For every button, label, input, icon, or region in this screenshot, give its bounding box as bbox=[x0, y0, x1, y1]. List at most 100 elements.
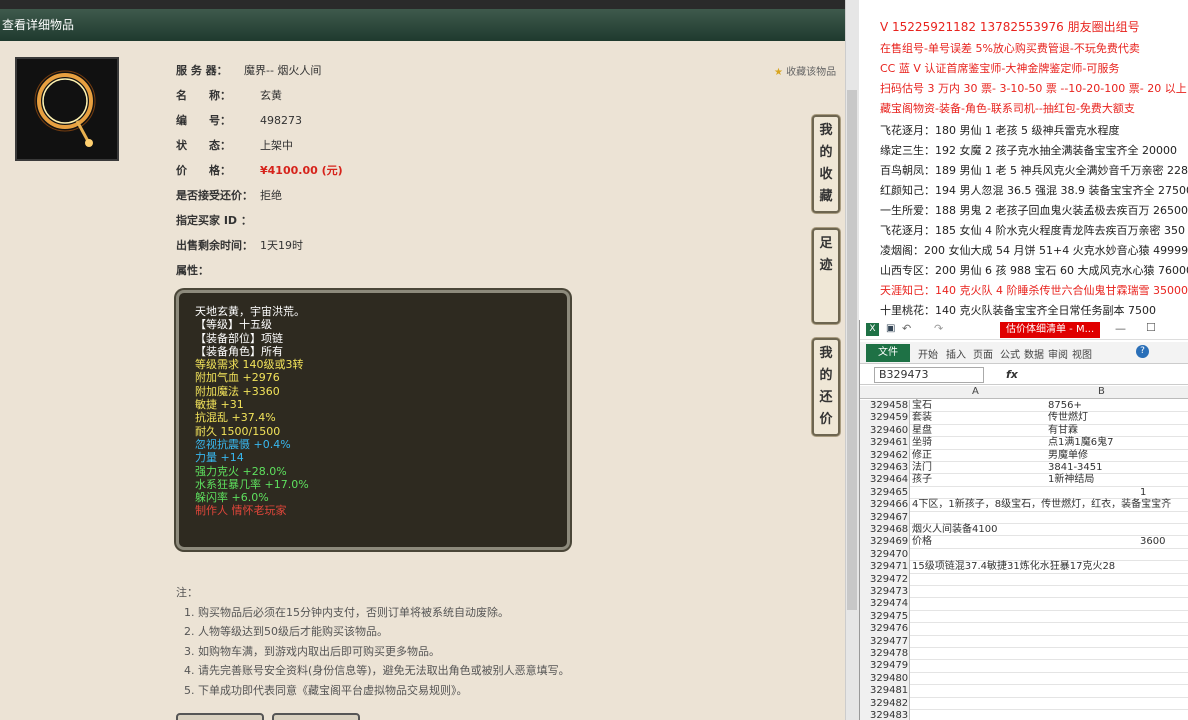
sheet-row: 329469 价格 3600 bbox=[860, 536, 1188, 549]
ad-text-line: 藏宝阁物资-装备-角色-联系司机--抽红包-免费大额支 bbox=[880, 102, 1135, 115]
column-header-b[interactable]: B bbox=[1098, 386, 1105, 397]
ad-text-line: 一生所爱：188 男鬼 2 老孩子回血鬼火装孟极去疾百万 26500 bbox=[880, 204, 1188, 217]
row-number[interactable]: 329463 bbox=[860, 462, 910, 475]
buy-button[interactable] bbox=[176, 713, 264, 720]
cell-a[interactable]: 烟火人间装备4100 bbox=[912, 524, 997, 536]
row-number[interactable]: 329469 bbox=[860, 536, 910, 549]
sheet-row: 329477 bbox=[860, 635, 1188, 648]
cell-b[interactable]: 1新神结局 bbox=[1048, 474, 1094, 486]
ad-text-line: CC 蓝 V 认证首席鉴宝师-大神金牌鉴定师-可服务 bbox=[880, 62, 1120, 75]
ribbon-tab[interactable]: 视图 bbox=[1072, 346, 1092, 361]
row-number[interactable]: 329470 bbox=[860, 548, 910, 562]
cell-b[interactable]: 3600 bbox=[1140, 536, 1165, 548]
excel-window-title: 估价体细清单 - M... bbox=[1000, 322, 1101, 338]
fx-icon[interactable]: fx bbox=[1006, 368, 1018, 381]
cell-b[interactable]: 男魔单修 bbox=[1048, 450, 1088, 462]
ad-text-line: 天涯知己：140 克火队 4 阶睡杀传世六合仙鬼甘霖瑞雪 35000 bbox=[880, 284, 1188, 297]
minimize-icon[interactable]: — bbox=[1115, 322, 1126, 335]
ribbon-tab[interactable]: 公式 bbox=[1000, 346, 1020, 361]
sheet-row: 329472 bbox=[860, 573, 1188, 586]
cell-b[interactable]: 8756+ bbox=[1048, 400, 1082, 412]
item-detail-panel: 查看详细物品 服 务 器： 魔界-- 烟火人间 名 称： 玄黄 编 号： 498273… bbox=[0, 0, 845, 720]
row-number[interactable]: 329461 bbox=[860, 437, 910, 450]
tab-footprints[interactable]: 足迹 bbox=[812, 228, 840, 324]
save-icon[interactable]: ▣ bbox=[886, 323, 895, 334]
favorite-link[interactable]: ★ 收藏该物品 bbox=[774, 63, 836, 78]
cell-a[interactable]: 星盘 bbox=[912, 425, 932, 437]
cell-b[interactable]: 点1满1魔6鬼7 bbox=[1048, 437, 1113, 449]
row-number[interactable]: 329473 bbox=[860, 586, 910, 599]
field-status: 状 态： 上架中 bbox=[176, 139, 293, 152]
sheet-row: 329461 坐骑 点1满1魔6鬼7 bbox=[860, 437, 1188, 450]
row-number[interactable]: 329483 bbox=[860, 710, 910, 720]
note-item: 3. 如购物车满，到游戏内取出后即可购买更多物品。 bbox=[184, 644, 440, 658]
cell-a[interactable]: 坐骑 bbox=[912, 437, 932, 449]
row-number[interactable]: 329465 bbox=[860, 486, 910, 500]
cell-b[interactable]: 有甘霖 bbox=[1048, 425, 1078, 437]
row-number[interactable]: 329480 bbox=[860, 672, 910, 686]
ribbon-tab[interactable]: 审阅 bbox=[1048, 346, 1068, 361]
cell-a[interactable]: 孩子 bbox=[912, 474, 932, 486]
row-number[interactable]: 329479 bbox=[860, 660, 910, 673]
row-number[interactable]: 329466 bbox=[860, 499, 910, 512]
tab-my-bargains[interactable]: 我的还价 bbox=[812, 338, 840, 436]
ad-text-line: V 15225921182 13782553976 朋友圈出组号 bbox=[880, 20, 1140, 34]
cell-a[interactable]: 套装 bbox=[912, 412, 932, 424]
cell-a[interactable]: 修正 bbox=[912, 450, 932, 462]
sheet-row: 329483 bbox=[860, 710, 1188, 720]
sheet-row: 329476 bbox=[860, 623, 1188, 636]
sheet-row: 329475 bbox=[860, 610, 1188, 624]
redo-icon[interactable]: ↷ bbox=[934, 322, 943, 335]
maximize-icon[interactable]: ☐ bbox=[1146, 321, 1156, 334]
necklace-item-image bbox=[15, 57, 119, 161]
cart-button[interactable] bbox=[272, 713, 360, 720]
cell-b[interactable]: 3841-3451 bbox=[1048, 462, 1103, 474]
row-number[interactable]: 329462 bbox=[860, 449, 910, 462]
cell-b[interactable]: 传世燃灯 bbox=[1048, 412, 1088, 424]
column-header-a[interactable]: A bbox=[972, 386, 979, 397]
undo-icon[interactable]: ↶ bbox=[902, 322, 911, 335]
row-number[interactable]: 329474 bbox=[860, 598, 910, 611]
ribbon-tab[interactable]: 页面 bbox=[973, 346, 993, 361]
ribbon-tab[interactable]: 开始 bbox=[918, 346, 938, 361]
field-bargain: 是否接受还价： 拒绝 bbox=[176, 189, 282, 202]
help-icon[interactable]: ? bbox=[1136, 345, 1149, 358]
cell-a[interactable]: 价格 bbox=[912, 536, 932, 548]
row-number[interactable]: 329458 bbox=[860, 400, 910, 413]
attribute-line: 天地玄黄，宇宙洪荒。 bbox=[195, 305, 305, 318]
ad-text-line: 百鸟朝凤：189 男仙 1 老 5 神兵风克火全满妙音千万亲密 228 bbox=[880, 164, 1188, 177]
row-number[interactable]: 329475 bbox=[860, 610, 910, 624]
row-number[interactable]: 329481 bbox=[860, 685, 910, 698]
file-tab[interactable]: 文件 bbox=[866, 344, 910, 362]
row-number[interactable]: 329476 bbox=[860, 623, 910, 636]
row-number[interactable]: 329472 bbox=[860, 573, 910, 586]
page-scroll-thumb[interactable] bbox=[847, 90, 857, 610]
row-number[interactable]: 329478 bbox=[860, 648, 910, 661]
cell-a[interactable]: 4下区，1新孩子，8级宝石，传世燃灯，红衣，装备宝宝齐 bbox=[912, 499, 1171, 511]
name-box[interactable]: B329473 bbox=[874, 367, 984, 383]
cell-b[interactable]: 1 bbox=[1140, 487, 1146, 499]
row-number[interactable]: 329464 bbox=[860, 474, 910, 487]
row-number[interactable]: 329460 bbox=[860, 424, 910, 438]
sheet-row: 329465 1 bbox=[860, 486, 1188, 500]
field-buyer-id: 指定买家 ID ： bbox=[176, 214, 252, 227]
cell-a[interactable]: 宝石 bbox=[912, 400, 932, 412]
sheet-row: 329467 bbox=[860, 511, 1188, 524]
sheet-row: 329460 星盘 有甘霖 bbox=[860, 424, 1188, 438]
row-number[interactable]: 329468 bbox=[860, 524, 910, 537]
cell-a[interactable]: 法门 bbox=[912, 462, 932, 474]
ribbon-tab[interactable]: 数据 bbox=[1024, 346, 1044, 361]
tab-my-favorites[interactable]: 我的收藏 bbox=[812, 115, 840, 213]
row-number[interactable]: 329467 bbox=[860, 511, 910, 524]
excel-ribbon: 文件 开始 插入 页面 公式 数据 审阅 视图 ? bbox=[860, 342, 1188, 364]
row-number[interactable]: 329471 bbox=[860, 561, 910, 574]
row-number[interactable]: 329477 bbox=[860, 635, 910, 648]
field-time-left: 出售剩余时间： 1天19时 bbox=[176, 239, 303, 252]
row-number[interactable]: 329482 bbox=[860, 697, 910, 710]
ad-text-line: 飞花逐月：180 男仙 1 老孩 5 级神兵雷克水程度 bbox=[880, 124, 1120, 137]
cell-a[interactable]: 15级项链混37.4敏捷31炼化水狂暴17克火28 bbox=[912, 561, 1115, 573]
row-number[interactable]: 329459 bbox=[860, 412, 910, 425]
attribute-line: 强力克火 +28.0% bbox=[195, 464, 287, 478]
ribbon-tab[interactable]: 插入 bbox=[946, 346, 966, 361]
page-title: 查看详细物品 bbox=[0, 9, 845, 41]
